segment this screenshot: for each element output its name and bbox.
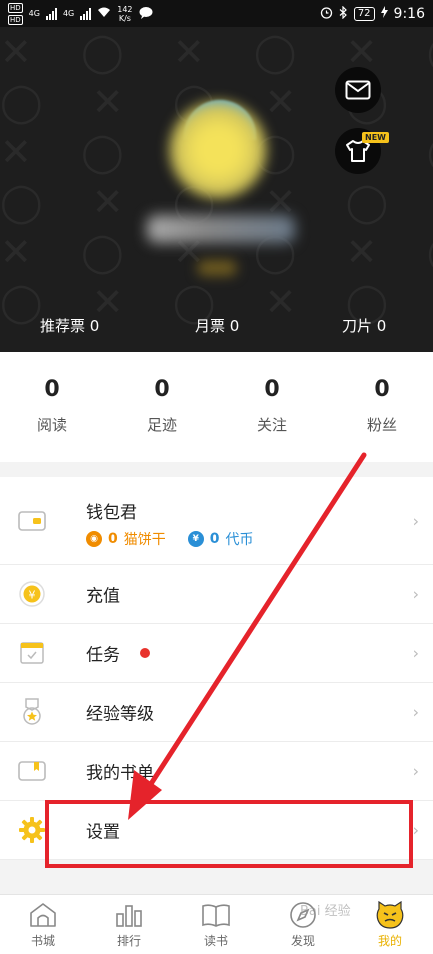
monthly-ticket[interactable]: 月票 0 — [195, 315, 239, 336]
yen-coin-icon: ¥ — [18, 580, 46, 608]
nav-mine[interactable]: 我的 — [347, 901, 433, 949]
wallet-icon — [18, 507, 46, 535]
dress-up-button[interactable]: NEW — [335, 128, 389, 174]
recommend-ticket[interactable]: 推荐票 0 — [40, 315, 99, 336]
book-icon — [173, 901, 259, 929]
chevron-right-icon: › — [412, 761, 419, 781]
stat-following[interactable]: 0 关注 — [218, 377, 326, 435]
gear-icon — [18, 816, 46, 844]
stat-value: 0 — [264, 377, 280, 402]
stat-label: 粉丝 — [366, 416, 397, 434]
signal-label: 4G — [28, 9, 40, 18]
message-button[interactable] — [335, 67, 381, 113]
menu-item-recharge[interactable]: ¥ 充值 › — [0, 565, 433, 624]
stat-fans[interactable]: 0 粉丝 — [328, 377, 433, 435]
profile-header: ✕ ◯ ✕ ◯ ✕ ◯ ✕ ◯ ◯ ✕ ◯ ✕ ◯ ✕ ◯ ✕ ✕ ◯ ✕ ◯ … — [0, 27, 433, 352]
charging-icon — [380, 6, 388, 21]
menu-label: 设置 — [86, 822, 120, 843]
token-icon: ¥ — [187, 531, 204, 547]
envelope-icon — [345, 80, 371, 100]
ticket-row: 推荐票 0 月票 0 刀片 0 — [0, 315, 433, 335]
chevron-right-icon: › — [412, 511, 419, 530]
username-blurred — [147, 215, 295, 243]
signal-icon — [80, 7, 92, 20]
avatar[interactable] — [168, 100, 268, 200]
wifi-icon — [97, 6, 111, 21]
stat-value: 0 — [154, 377, 170, 402]
menu-label: 充值 — [86, 586, 120, 607]
stat-footprint[interactable]: 0 足迹 — [108, 377, 216, 435]
new-tag: NEW — [362, 132, 389, 143]
menu-list: 钱包君 ◉ 0 猫饼干 ¥ 0 代币 › ¥ 充值 › 任务 › 经验等级 › … — [0, 477, 433, 860]
battery-indicator: 72 — [353, 6, 375, 21]
chevron-right-icon: › — [412, 820, 419, 840]
menu-item-my-booklist[interactable]: 我的书单 › — [0, 742, 433, 801]
sim-badge: HD — [8, 14, 23, 25]
chevron-right-icon: › — [412, 643, 419, 663]
signal-icon — [45, 7, 57, 20]
menu-label: 我的书单 — [86, 763, 154, 784]
net-speed: 142 K/s — [117, 4, 133, 23]
notification-dot — [140, 648, 150, 658]
app-screen: HD HD 4G 4G 142 K/s 72 9:16 ✕ ◯ ✕ ◯ ✕ ◯ … — [0, 0, 433, 954]
watermark: Bai 经验 — [300, 904, 351, 919]
menu-label: 经验等级 — [86, 704, 154, 725]
chevron-right-icon: › — [412, 584, 419, 604]
stat-value: 0 — [44, 377, 60, 402]
menu-item-level[interactable]: 经验等级 › — [0, 683, 433, 742]
stats-panel: 0 阅读 0 足迹 0 关注 0 粉丝 — [0, 352, 433, 462]
calendar-check-icon — [18, 639, 46, 667]
nav-bookstore[interactable]: 书城 — [0, 901, 86, 949]
bar-chart-icon — [86, 901, 172, 929]
stat-read[interactable]: 0 阅读 — [0, 377, 106, 435]
cat-cookie-icon: ◉ — [86, 531, 102, 547]
nav-label: 排行 — [116, 934, 141, 948]
coin-label: 代币 — [225, 532, 254, 548]
status-bar: HD HD 4G 4G 142 K/s 72 9:16 — [0, 0, 433, 27]
coin-value: 0 — [209, 531, 220, 547]
booklist-icon — [18, 757, 46, 785]
chevron-right-icon: › — [412, 702, 419, 722]
cookie-label: 猫饼干 — [123, 532, 166, 548]
sim-badges: HD HD — [8, 2, 23, 26]
svg-text:¥: ¥ — [29, 589, 36, 602]
bluetooth-icon — [339, 5, 348, 22]
nav-label: 我的 — [377, 934, 402, 948]
wallet-balances: ◉ 0 猫饼干 ¥ 0 代币 — [86, 529, 254, 549]
house-icon — [0, 901, 86, 929]
cat-face-icon — [347, 901, 433, 929]
menu-label: 钱包君 — [86, 503, 137, 523]
clock: 9:16 — [393, 5, 425, 22]
medal-icon — [18, 698, 46, 726]
nav-ranking[interactable]: 排行 — [86, 901, 172, 949]
nav-reading[interactable]: 读书 — [173, 901, 259, 949]
stat-label: 足迹 — [146, 416, 177, 434]
menu-item-wallet[interactable]: 钱包君 ◉ 0 猫饼干 ¥ 0 代币 › — [0, 477, 433, 565]
nav-label: 发现 — [290, 934, 315, 948]
menu-label: 任务 — [86, 645, 120, 666]
menu-item-tasks[interactable]: 任务 › — [0, 624, 433, 683]
signal-label: 4G — [62, 9, 75, 18]
stat-value: 0 — [374, 377, 390, 402]
bottom-nav: 书城 排行 读书 发现 我的 — [0, 894, 433, 954]
stat-label: 关注 — [256, 416, 287, 434]
chat-bubble-icon — [139, 6, 153, 22]
menu-item-settings[interactable]: 设置 › — [0, 801, 433, 860]
level-badge-blurred — [197, 260, 237, 276]
stat-label: 阅读 — [36, 416, 67, 434]
nav-label: 读书 — [203, 934, 228, 948]
nav-label: 书城 — [30, 934, 55, 948]
sim-badge: HD — [8, 2, 23, 13]
cookie-value: 0 — [108, 531, 118, 547]
alarm-icon — [320, 6, 333, 22]
blade-ticket[interactable]: 刀片 0 — [342, 315, 386, 336]
